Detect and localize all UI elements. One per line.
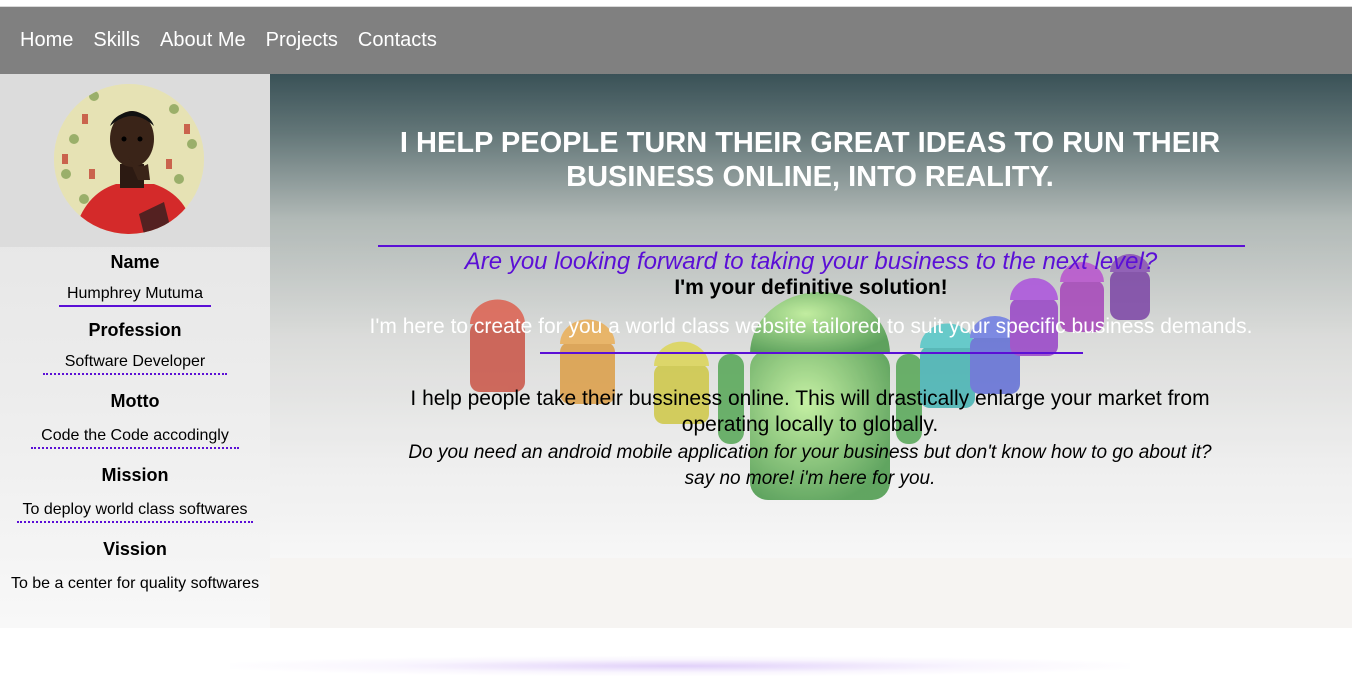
mission-value-row: To deploy world class softwares [0, 501, 270, 523]
motto-value: Code the Code accodingly [31, 427, 239, 449]
hero-lower-panel [270, 558, 1352, 628]
profession-value-row: Software Developer [0, 353, 270, 375]
hero-promise: I'm here to create for you a world class… [369, 315, 1253, 338]
nav-home-link[interactable]: Home [10, 29, 83, 52]
hero-question: Are you looking forward to taking your b… [464, 248, 1158, 275]
nav-about-me-link[interactable]: About Me [150, 29, 256, 52]
name-value: Humphrey Mutuma [58, 285, 212, 307]
avatar-panel [0, 74, 270, 247]
accent-divider-middle [540, 352, 1083, 354]
mission-label: Mission [101, 465, 169, 485]
motto-value-row: Code the Code accodingly [0, 427, 270, 449]
profile-sidebar: Name Humphrey Mutuma Profession Software… [0, 74, 270, 628]
hero-headline: I HELP PEOPLE TURN THEIR GREAT IDEAS TO … [399, 127, 1221, 193]
name-label: Name [110, 252, 160, 272]
name-value-row: Humphrey Mutuma [0, 285, 270, 307]
hero-help-text: I help people take their bussiness onlin… [410, 387, 1210, 436]
nav-menu: Home Skills About Me Projects Contacts [0, 7, 1352, 74]
hero-banner: I HELP PEOPLE TURN THEIR GREAT IDEAS TO … [270, 74, 1352, 558]
field-name-group: Name [0, 252, 270, 273]
top-navigation-bar: Home Skills About Me Projects Contacts [0, 7, 1352, 74]
android-question: Do you need an android mobile applicatio… [408, 442, 1212, 463]
android-reply: say no more! i'm here for you. [684, 468, 936, 489]
nav-skills-link[interactable]: Skills [83, 29, 150, 52]
mission-value: To deploy world class softwares [16, 501, 254, 523]
accent-divider-top [378, 245, 1245, 247]
profession-label: Profession [88, 320, 182, 340]
hero-solution: I'm your definitive solution! [674, 276, 948, 299]
vission-value-row: To be a center for quality softwares [0, 575, 270, 595]
profile-photo-illustration [54, 84, 204, 234]
vission-value: To be a center for quality softwares [10, 575, 260, 592]
nav-projects-link[interactable]: Projects [256, 29, 348, 52]
bottom-glow-decoration [230, 656, 1130, 676]
vission-label: Vission [103, 539, 167, 559]
profile-photo [54, 84, 204, 234]
browser-top-line [0, 0, 1352, 7]
nav-contacts-link[interactable]: Contacts [348, 29, 447, 52]
profession-value: Software Developer [42, 353, 228, 375]
hero-android-text: Do you need an android mobile applicatio… [370, 440, 1250, 492]
motto-label: Motto [110, 391, 160, 411]
